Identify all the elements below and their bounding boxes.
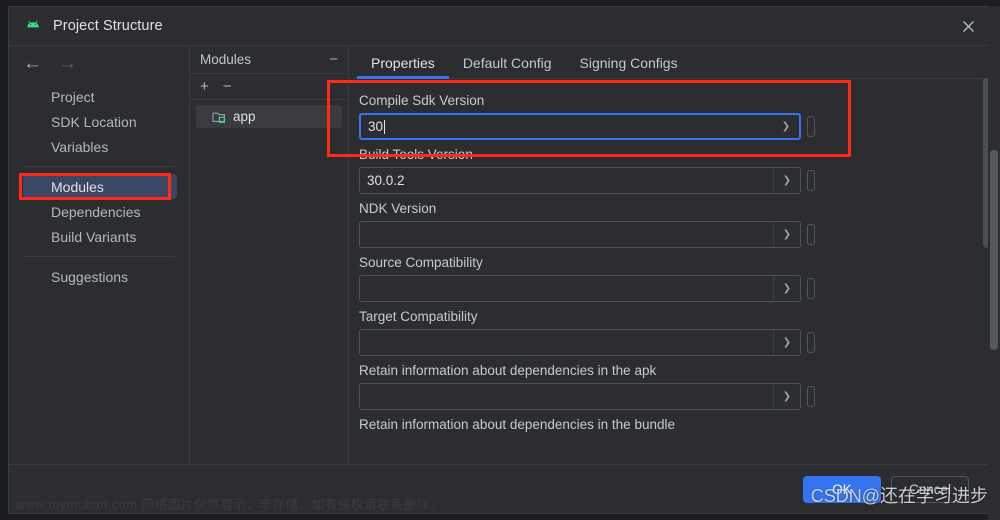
sidebar-item-label: Variables: [51, 138, 109, 155]
sidebar-item-build-variants[interactable]: Build Variants: [9, 224, 189, 249]
field-compile-sdk-version: Compile Sdk Version 30 ❯: [359, 93, 991, 140]
field-row: ❯: [359, 329, 991, 356]
source-compatibility-input[interactable]: ❯: [359, 275, 801, 302]
project-structure-dialog: Project Structure ← → Project SDK Locati…: [8, 6, 992, 514]
field-label: Source Compatibility: [359, 255, 483, 270]
field-value: 30: [368, 119, 386, 134]
tab-label: Properties: [371, 55, 435, 71]
plus-icon[interactable]: +: [200, 78, 209, 95]
variable-pill-icon[interactable]: [807, 224, 815, 245]
window-scrollbar[interactable]: [988, 0, 1000, 520]
field-label: Build Tools Version: [359, 147, 473, 162]
chevron-down-icon[interactable]: ❯: [773, 330, 800, 355]
minus-icon[interactable]: −: [329, 52, 338, 67]
tab-label: Signing Configs: [579, 55, 678, 71]
modules-list: app: [190, 100, 348, 128]
field-value: 30.0.2: [367, 173, 405, 188]
close-icon[interactable]: [957, 15, 979, 37]
chevron-down-icon[interactable]: ❯: [773, 115, 799, 138]
field-retain-dependencies-bundle: Retain information about dependencies in…: [359, 417, 991, 432]
tab-label: Default Config: [462, 55, 552, 71]
list-item[interactable]: app: [196, 105, 342, 128]
chevron-down-icon[interactable]: ❯: [773, 222, 800, 247]
chevron-down-icon[interactable]: ❯: [773, 384, 800, 409]
text-caret: [384, 119, 386, 134]
sidebar-divider: [23, 166, 175, 167]
modules-panel-header: Modules −: [190, 46, 348, 74]
field-label: Compile Sdk Version: [359, 93, 485, 108]
field-row: ❯: [359, 275, 991, 302]
navigation-arrows: ← →: [9, 46, 189, 80]
sidebar-item-suggestions[interactable]: Suggestions: [9, 264, 189, 289]
sidebar-item-label: Suggestions: [51, 268, 129, 285]
content-tabs: Properties Default Config Signing Config…: [349, 46, 991, 79]
field-label: Retain information about dependencies in…: [359, 363, 657, 378]
minus-icon[interactable]: −: [223, 78, 232, 95]
field-row: ❯: [359, 221, 991, 248]
build-tools-version-input[interactable]: 30.0.2 ❯: [359, 167, 801, 194]
tab-properties[interactable]: Properties: [357, 55, 449, 79]
field-source-compatibility: Source Compatibility ❯: [359, 255, 991, 302]
field-label: NDK Version: [359, 201, 437, 216]
retain-dependencies-apk-input[interactable]: ❯: [359, 383, 801, 410]
ndk-version-input[interactable]: ❯: [359, 221, 801, 248]
csdn-watermark: CSDN@还在学习进步: [810, 486, 988, 506]
sidebar-list: Project SDK Location Variables Modules D…: [9, 80, 189, 289]
variable-pill-icon[interactable]: [807, 386, 815, 407]
sidebar-item-project[interactable]: Project: [9, 84, 189, 109]
modules-toolbar: + −: [190, 74, 348, 100]
dialog-body: ← → Project SDK Location Variables Modul…: [9, 46, 991, 464]
sidebar-divider: [23, 256, 175, 257]
sidebar-item-label: Build Variants: [51, 228, 137, 245]
desktop-background-sliver: [0, 0, 1000, 6]
modules-panel-title: Modules: [200, 52, 252, 67]
tab-signing-configs[interactable]: Signing Configs: [566, 55, 692, 78]
variable-pill-icon[interactable]: [807, 278, 815, 299]
sidebar-item-label: Modules: [51, 178, 104, 195]
properties-content: Properties Default Config Signing Config…: [349, 46, 991, 464]
sidebar-item-label: SDK Location: [51, 113, 137, 130]
dialog-title-bar: Project Structure: [9, 7, 991, 46]
android-icon: [25, 18, 41, 34]
modules-panel: Modules − + − app: [190, 46, 349, 464]
variable-pill-icon[interactable]: [807, 332, 815, 353]
properties-form: Compile Sdk Version 30 ❯ Build Tools Ver…: [349, 79, 991, 464]
field-row: 30.0.2 ❯: [359, 167, 991, 194]
field-ndk-version: NDK Version ❯: [359, 201, 991, 248]
tab-default-config[interactable]: Default Config: [449, 55, 566, 78]
field-label: Target Compatibility: [359, 309, 478, 324]
variable-pill-icon[interactable]: [807, 170, 815, 191]
target-compatibility-input[interactable]: ❯: [359, 329, 801, 356]
field-target-compatibility: Target Compatibility ❯: [359, 309, 991, 356]
module-folder-icon: [212, 110, 227, 124]
dialog-title: Project Structure: [53, 18, 163, 34]
variable-pill-icon[interactable]: [807, 116, 815, 137]
list-item-label: app: [233, 109, 256, 124]
compile-sdk-version-input[interactable]: 30 ❯: [359, 113, 801, 140]
chevron-down-icon[interactable]: ❯: [773, 276, 800, 301]
arrow-right-icon[interactable]: →: [58, 54, 77, 73]
sidebar-item-label: Project: [51, 88, 95, 105]
arrow-left-icon[interactable]: ←: [23, 54, 42, 73]
sidebar-item-dependencies[interactable]: Dependencies: [9, 199, 189, 224]
chevron-down-icon[interactable]: ❯: [773, 168, 800, 193]
settings-sidebar: ← → Project SDK Location Variables Modul…: [9, 46, 190, 464]
scrollbar-thumb[interactable]: [990, 150, 998, 350]
field-row: 30 ❯: [359, 113, 991, 140]
field-build-tools-version: Build Tools Version 30.0.2 ❯: [359, 147, 991, 194]
site-watermark: www.toymoban.com 网络图片仅供展示，非存储，如有侵权请联系删除。: [16, 498, 443, 512]
field-retain-dependencies-apk: Retain information about dependencies in…: [359, 363, 991, 410]
sidebar-item-sdk-location[interactable]: SDK Location: [9, 109, 189, 134]
sidebar-item-label: Dependencies: [51, 203, 141, 220]
screen-root: Project Structure ← → Project SDK Locati…: [0, 0, 1000, 520]
sidebar-item-variables[interactable]: Variables: [9, 134, 189, 159]
field-label: Retain information about dependencies in…: [359, 417, 675, 432]
sidebar-item-modules[interactable]: Modules: [23, 174, 177, 199]
field-row: ❯: [359, 383, 991, 410]
